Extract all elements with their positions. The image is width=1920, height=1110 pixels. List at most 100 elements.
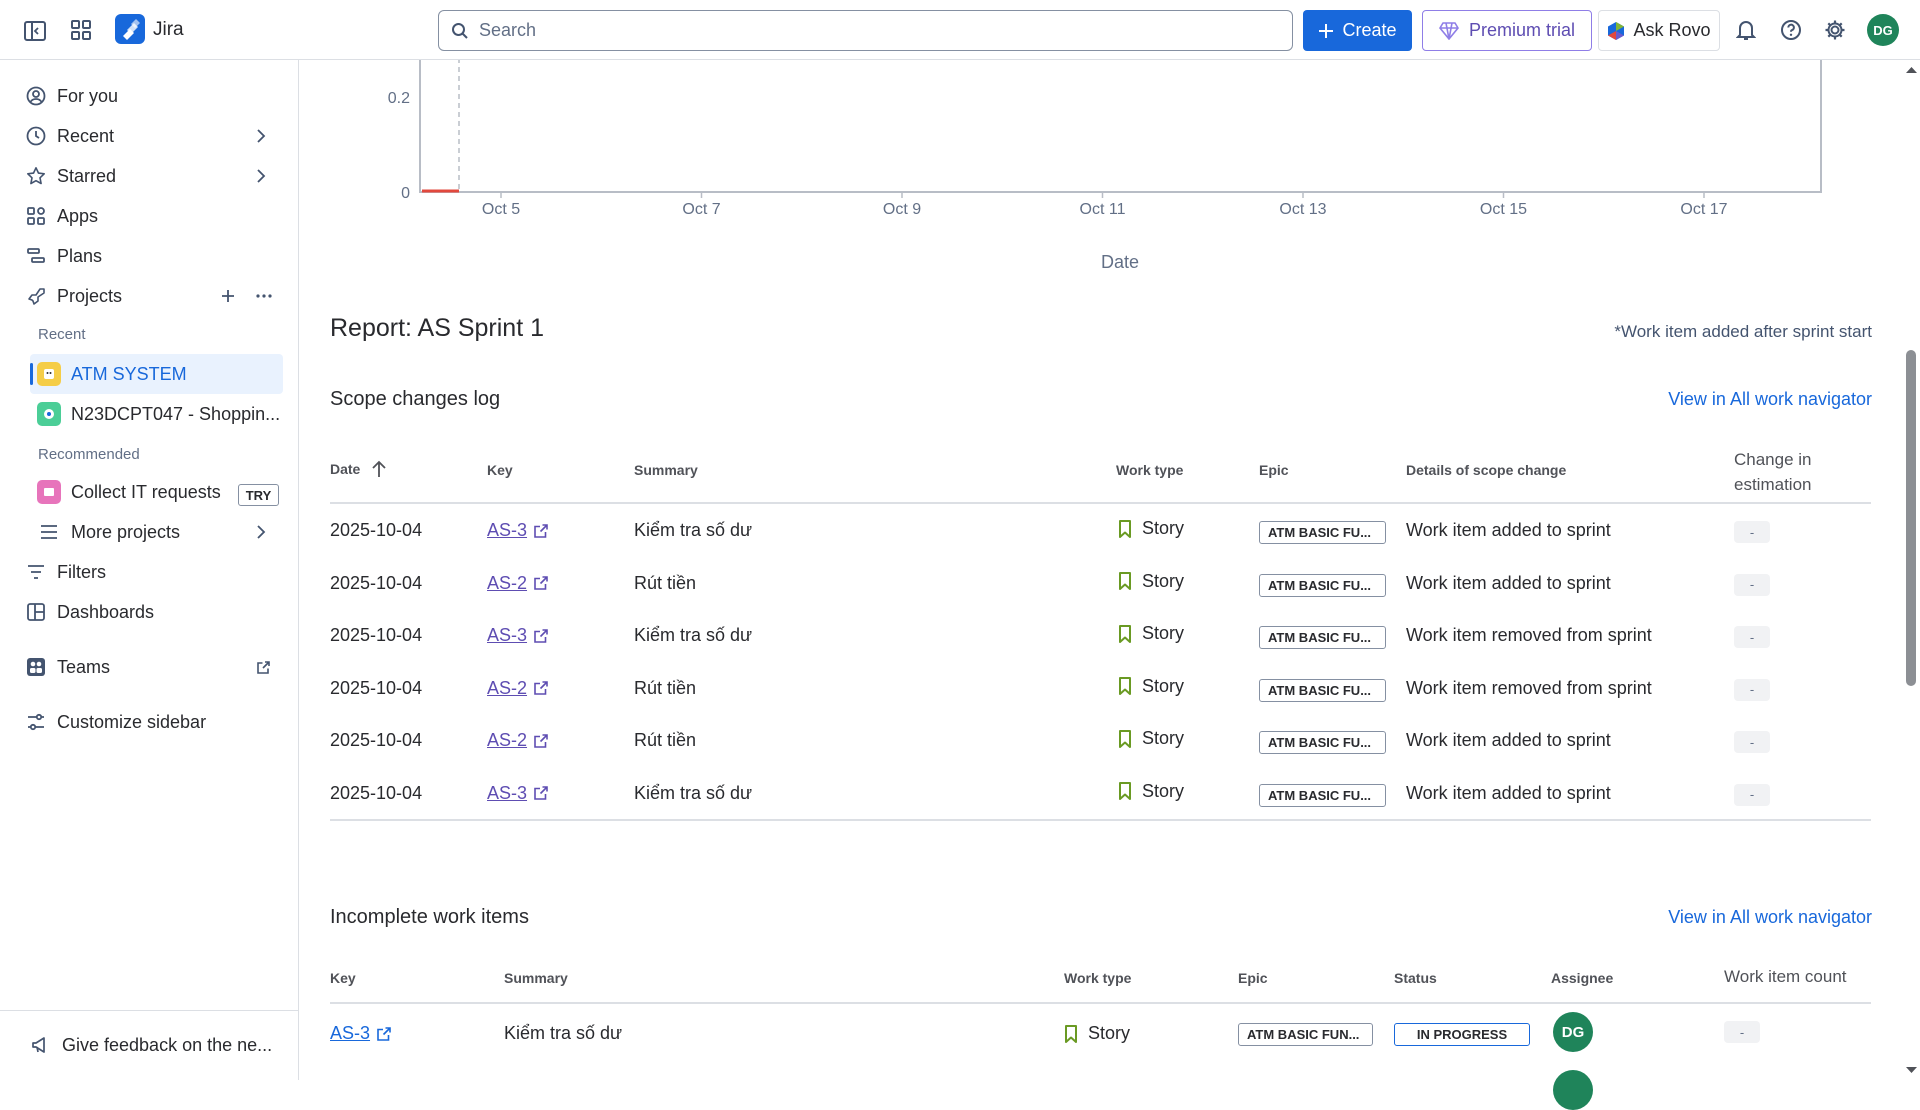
- work-item-key-link[interactable]: AS-3: [487, 783, 549, 804]
- sidebar-item-more-projects[interactable]: More projects: [37, 514, 180, 550]
- add-project-icon[interactable]: [221, 289, 235, 303]
- star-icon: [25, 165, 47, 187]
- y-tick-label: 0: [401, 185, 410, 202]
- sidebar-item-label: Filters: [57, 561, 106, 582]
- scrollbar-thumb[interactable]: [1906, 350, 1916, 686]
- column-header-epic[interactable]: Epic: [1259, 462, 1289, 478]
- premium-trial-button[interactable]: Premium trial: [1422, 10, 1592, 51]
- app-switcher-icon[interactable]: [68, 17, 94, 43]
- assignee-avatar[interactable]: DG: [1553, 1012, 1593, 1052]
- work-item-summary[interactable]: Kiểm tra số dư: [634, 783, 752, 804]
- brand-name[interactable]: Jira: [153, 19, 184, 41]
- epic-lozenge[interactable]: ATM BASIC FU...: [1259, 783, 1386, 807]
- story-bookmark-icon: [1119, 677, 1131, 695]
- search-icon: [452, 22, 468, 39]
- change-in-estimation-value: -: [1734, 573, 1770, 596]
- x-tick-label: Oct 13: [1279, 201, 1326, 218]
- external-link-icon[interactable]: [256, 660, 271, 675]
- work-item-key-link[interactable]: AS-3: [330, 1023, 392, 1044]
- column-header-status[interactable]: Status: [1394, 970, 1437, 986]
- sidebar-item-dashboards[interactable]: Dashboards: [25, 594, 154, 630]
- sidebar-project-atm-system[interactable]: ATM SYSTEM: [37, 356, 187, 392]
- work-item-key: AS-3: [330, 1023, 371, 1043]
- epic-lozenge[interactable]: ATM BASIC FUN...: [1238, 1023, 1373, 1046]
- column-header-change-estimation[interactable]: Change in estimation: [1734, 447, 1812, 497]
- sidebar-item-projects[interactable]: Projects: [25, 278, 122, 314]
- epic-lozenge[interactable]: ATM BASIC FU...: [1259, 626, 1386, 649]
- sidebar-item-label: Collect IT requests: [71, 481, 221, 502]
- sidebar-item-for-you[interactable]: For you: [25, 78, 118, 114]
- work-item-summary[interactable]: Rút tiền: [634, 573, 696, 594]
- column-header-epic[interactable]: Epic: [1238, 970, 1268, 986]
- sidebar-toggle-icon[interactable]: [22, 18, 48, 44]
- work-item-key-link[interactable]: AS-3: [487, 625, 549, 646]
- column-header-summary[interactable]: Summary: [504, 970, 568, 986]
- epic-lozenge[interactable]: ATM BASIC FU...: [1259, 521, 1386, 544]
- chevron-right-icon[interactable]: [256, 524, 266, 540]
- status-lozenge[interactable]: IN PROGRESS: [1394, 1023, 1530, 1046]
- epic-lozenge[interactable]: ATM BASIC FU...: [1259, 731, 1386, 754]
- jira-logo-icon[interactable]: [115, 14, 145, 44]
- column-header-date[interactable]: Date: [330, 460, 386, 478]
- more-options-icon[interactable]: [256, 294, 272, 298]
- sidebar-item-collect-it-requests[interactable]: Collect IT requests: [37, 474, 221, 510]
- dashboard-icon: [25, 601, 47, 623]
- view-in-navigator-link[interactable]: View in All work navigator: [1668, 389, 1872, 410]
- premium-trial-label: Premium trial: [1468, 20, 1575, 40]
- work-item-summary[interactable]: Kiểm tra số dư: [504, 1023, 622, 1044]
- column-header-work-type[interactable]: Work type: [1064, 970, 1131, 986]
- work-item-key-link[interactable]: AS-2: [487, 573, 549, 594]
- column-header-key[interactable]: Key: [487, 462, 513, 478]
- column-header-work-item-count[interactable]: Work item count: [1724, 967, 1847, 987]
- sidebar-item-customize[interactable]: Customize sidebar: [25, 704, 206, 740]
- story-bookmark-icon: [1119, 519, 1131, 538]
- sidebar-project-n23dcpt047[interactable]: N23DCPT047 - Shoppin...: [37, 396, 280, 432]
- project-avatar-icon: [37, 402, 61, 426]
- column-header-assignee[interactable]: Assignee: [1551, 970, 1613, 986]
- change-in-estimation-value: -: [1734, 731, 1770, 753]
- chevron-right-icon[interactable]: [256, 168, 266, 184]
- work-item-key-link[interactable]: AS-2: [487, 678, 549, 699]
- try-badge[interactable]: TRY: [238, 484, 279, 506]
- column-header-summary[interactable]: Summary: [634, 462, 698, 478]
- epic-lozenge[interactable]: ATM BASIC FU...: [1259, 573, 1386, 597]
- column-header-work-type[interactable]: Work type: [1116, 462, 1183, 478]
- page-scrollbar[interactable]: [1903, 60, 1920, 1080]
- view-in-navigator-link[interactable]: View in All work navigator: [1668, 907, 1872, 928]
- sidebar-item-filters[interactable]: Filters: [25, 554, 106, 590]
- main-content: 0.2 0 Oct 5 Oct 7 Oct 9 Oct 11 Oct 13 Oct 15 Oct…: [300, 60, 1900, 1080]
- filter-icon: [25, 561, 47, 583]
- search-input[interactable]: Search: [438, 10, 1293, 51]
- work-item-summary[interactable]: Kiểm tra số dư: [634, 625, 752, 646]
- column-header-key[interactable]: Key: [330, 970, 356, 986]
- work-item-key-link[interactable]: AS-2: [487, 730, 549, 751]
- sidebar-item-recent[interactable]: Recent: [25, 118, 114, 154]
- work-item-summary[interactable]: Kiểm tra số dư: [634, 520, 752, 541]
- row-date: 2025-10-04: [330, 625, 423, 645]
- epic-lozenge[interactable]: ATM BASIC FU...: [1259, 678, 1386, 702]
- sidebar-project-label: ATM SYSTEM: [71, 363, 187, 384]
- work-type-cell: Story: [1118, 518, 1184, 539]
- chevron-right-icon[interactable]: [256, 128, 266, 144]
- work-item-key-link[interactable]: AS-3: [487, 520, 549, 541]
- y-tick-label: 0.2: [388, 90, 410, 107]
- ask-rovo-button[interactable]: Ask Rovo: [1598, 10, 1720, 51]
- give-feedback-button[interactable]: Give feedback on the ne...: [30, 1027, 272, 1063]
- sidebar-item-plans[interactable]: Plans: [25, 238, 102, 274]
- sidebar-item-label: Customize sidebar: [57, 711, 207, 732]
- settings-gear-icon[interactable]: [1822, 17, 1848, 43]
- create-button[interactable]: Create: [1303, 10, 1412, 51]
- work-item-summary[interactable]: Rút tiền: [634, 678, 696, 699]
- user-avatar[interactable]: DG: [1867, 14, 1899, 46]
- work-type-label: Story: [1142, 570, 1185, 591]
- sidebar-item-teams[interactable]: Teams: [25, 649, 110, 685]
- work-item-summary[interactable]: Rút tiền: [634, 730, 696, 751]
- notifications-bell-icon[interactable]: [1733, 17, 1759, 43]
- help-icon[interactable]: [1778, 17, 1804, 43]
- sidebar-item-starred[interactable]: Starred: [25, 158, 116, 194]
- x-tick-label: Oct 17: [1680, 201, 1727, 218]
- sidebar-item-label: Projects: [57, 285, 123, 306]
- column-header-details[interactable]: Details of scope change: [1406, 462, 1566, 478]
- work-type-label: Story: [1142, 675, 1185, 696]
- sidebar-item-apps[interactable]: Apps: [25, 198, 98, 234]
